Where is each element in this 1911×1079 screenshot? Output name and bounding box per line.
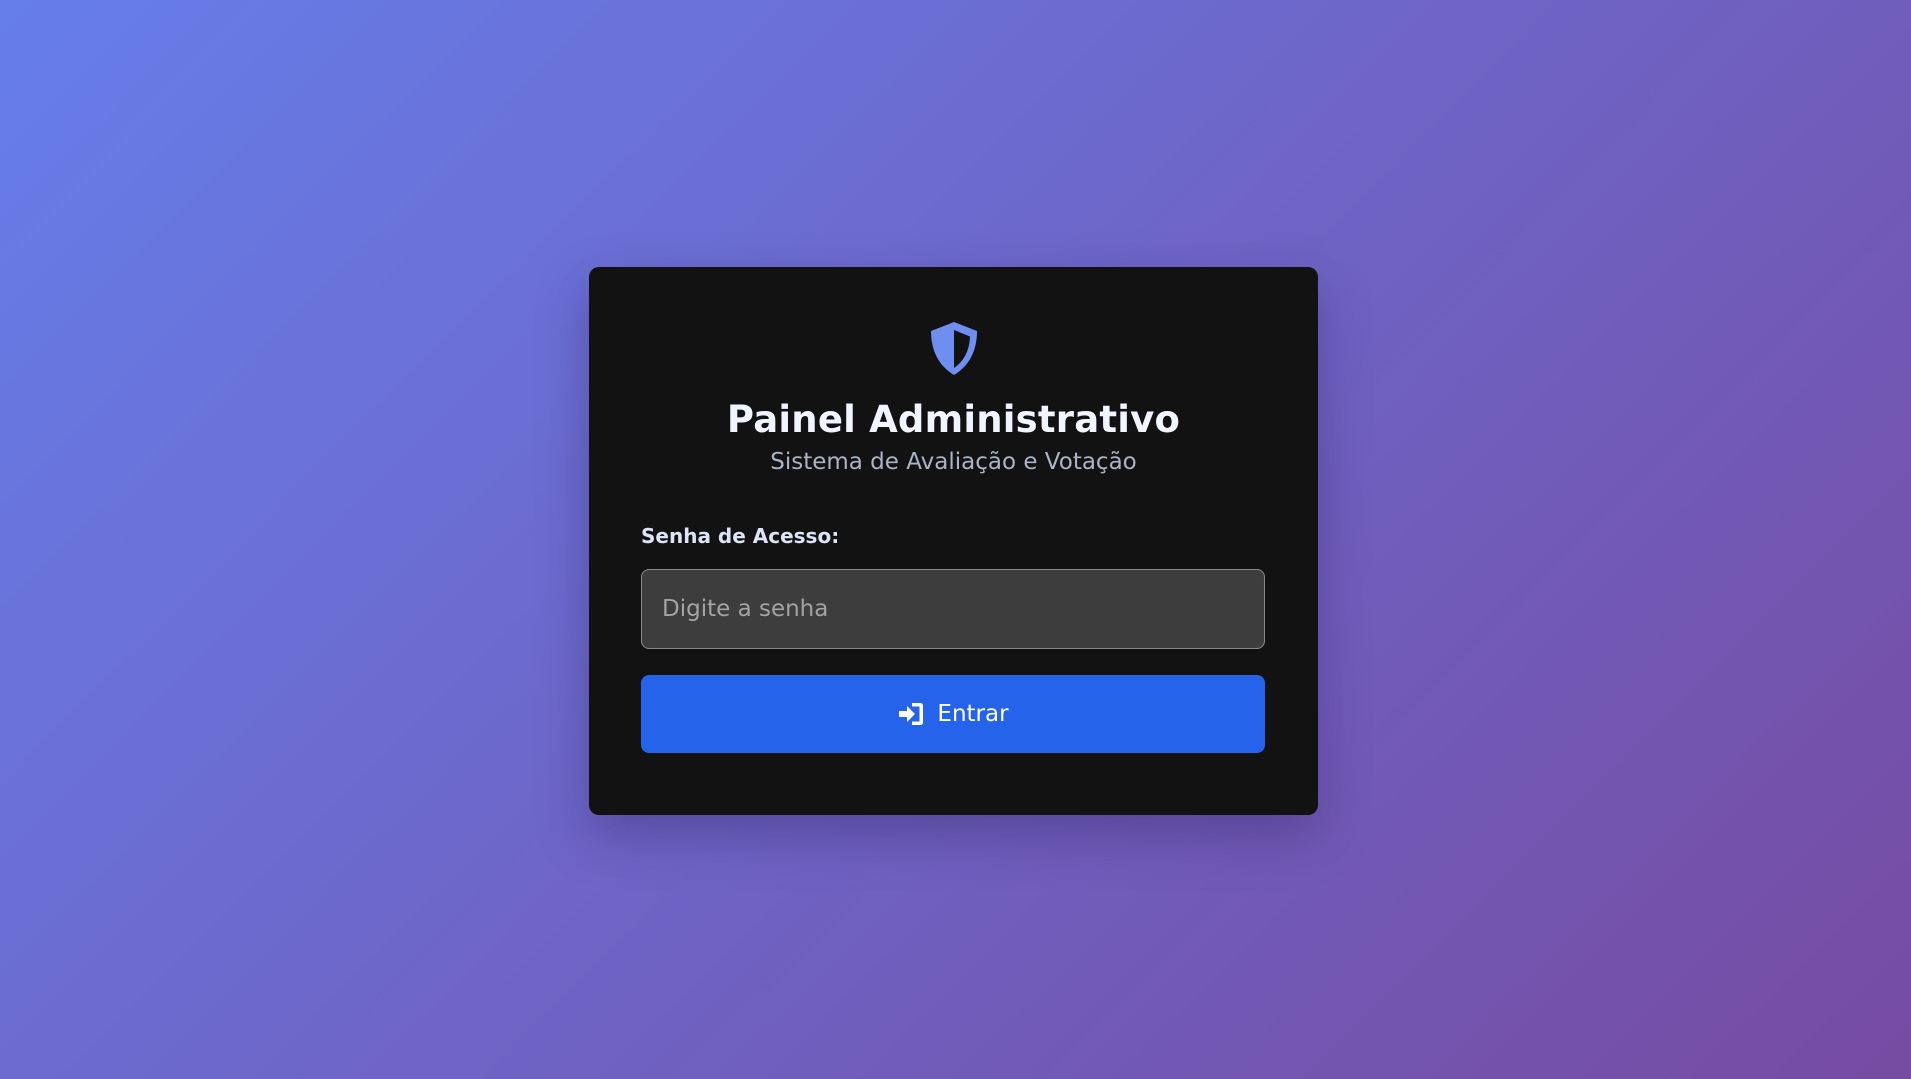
page-title: Painel Administrativo — [726, 398, 1181, 441]
sign-in-icon — [897, 700, 925, 728]
login-button[interactable]: Entrar — [641, 675, 1265, 753]
password-label: Senha de Acesso: — [641, 524, 840, 548]
login-card: Painel Administrativo Sistema de Avaliaç… — [589, 267, 1318, 815]
password-input[interactable] — [641, 569, 1265, 649]
shield-icon — [925, 319, 983, 377]
page-subtitle: Sistema de Avaliação e Votação — [770, 449, 1137, 475]
login-button-label: Entrar — [937, 701, 1009, 727]
